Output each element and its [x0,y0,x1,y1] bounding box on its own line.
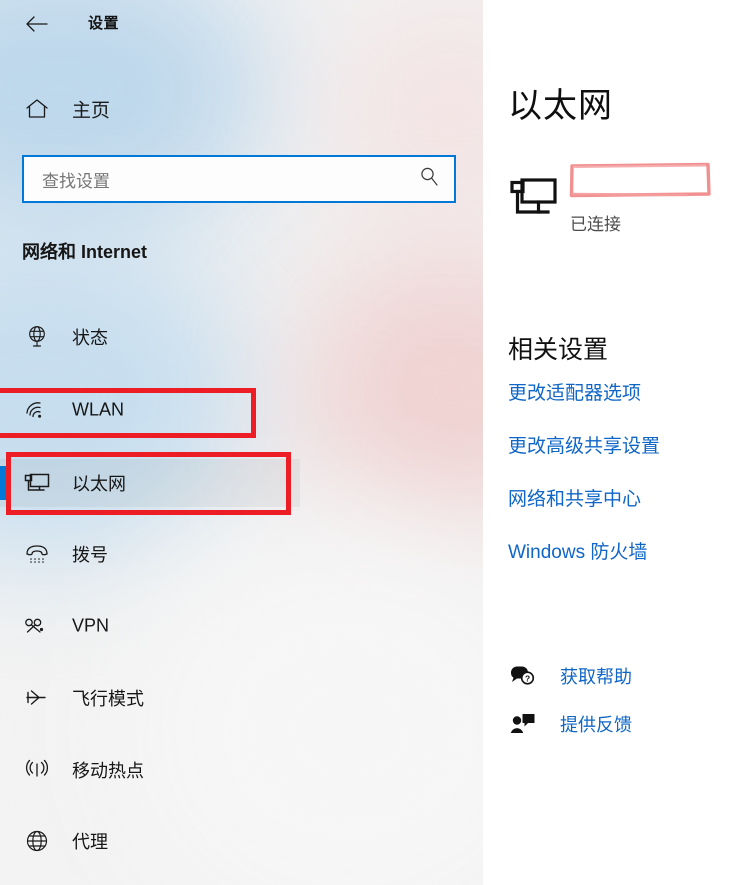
connection-status: 已连接 [570,215,621,234]
search-icon[interactable] [418,166,440,193]
proxy-globe-icon [20,826,54,856]
sidebar-item-label: 拨号 [72,545,108,565]
question-bubble-icon: ? [508,663,538,689]
sidebar-item-label: WLAN [72,399,125,420]
wifi-icon [20,395,54,425]
dialup-phone-icon [20,539,54,569]
feedback-person-icon [508,711,538,737]
back-arrow-icon[interactable] [20,8,54,40]
search-placeholder: 查找设置 [42,171,110,191]
hotspot-icon [20,755,54,785]
sidebar-item-mobile-hotspot[interactable]: 移动热点 [0,746,300,794]
search-input[interactable]: 查找设置 [22,155,456,203]
link-change-advanced-sharing[interactable]: 更改高级共享设置 [508,431,733,458]
give-feedback-row[interactable]: 提供反馈 [508,700,733,748]
sidebar-item-proxy[interactable]: 代理 [0,817,300,865]
sidebar-item-status[interactable]: 状态 [0,313,300,361]
airplane-icon [20,683,54,713]
home-label: 主页 [72,100,111,122]
help-section: ? 获取帮助 提供反馈 [508,652,733,748]
sidebar-item-label: 飞行模式 [72,689,144,709]
connection-summary: 已连接 [508,162,728,236]
globe-status-icon [20,322,54,352]
link-change-adapter-options[interactable]: 更改适配器选项 [508,378,733,405]
page-title: 以太网 [508,87,613,125]
link-network-sharing-center[interactable]: 网络和共享中心 [508,484,733,511]
ethernet-icon [508,176,560,220]
titlebar: 设置 [0,0,483,48]
sidebar-item-dialup[interactable]: 拨号 [0,530,300,578]
related-settings-title: 相关设置 [508,336,609,364]
ethernet-settings-panel: 以太网 已连接 相关设置 更改适配器选项 更改高级共享设置 网络和共享中心 Wi… [483,0,738,885]
sidebar-item-vpn[interactable]: VPN [0,602,300,650]
sidebar-item-label: 状态 [72,328,108,348]
sidebar-item-label: 移动热点 [72,761,144,781]
sidebar-item-label: 代理 [72,832,108,852]
get-help-label: 获取帮助 [560,667,632,687]
sidebar-item-home[interactable]: 主页 [0,88,260,130]
sidebar-item-label: 以太网 [72,474,126,494]
sidebar-item-label: VPN [72,615,110,636]
vpn-key-icon [20,611,54,641]
settings-sidebar: 设置 主页 查找设置 网络和 Internet 状态 WLAN 以太网 拨号 V… [0,0,483,885]
ethernet-icon [20,468,54,498]
sidebar-section-header: 网络和 Internet [22,242,148,262]
sidebar-item-airplane-mode[interactable]: 飞行模式 [0,674,300,722]
get-help-row[interactable]: ? 获取帮助 [508,652,733,700]
sidebar-item-wlan[interactable]: WLAN [0,386,300,434]
link-windows-firewall[interactable]: Windows 防火墙 [508,537,733,564]
related-settings-links: 更改适配器选项 更改高级共享设置 网络和共享中心 Windows 防火墙 [508,378,733,590]
window-title: 设置 [88,15,120,32]
sidebar-item-ethernet[interactable]: 以太网 [0,459,300,507]
redaction-box-network-name [568,161,711,199]
svg-text:?: ? [525,674,530,684]
give-feedback-label: 提供反馈 [560,715,632,735]
home-icon [22,96,52,122]
selection-indicator [0,466,6,500]
settings-window: 设置 主页 查找设置 网络和 Internet 状态 WLAN 以太网 拨号 V… [0,0,738,885]
